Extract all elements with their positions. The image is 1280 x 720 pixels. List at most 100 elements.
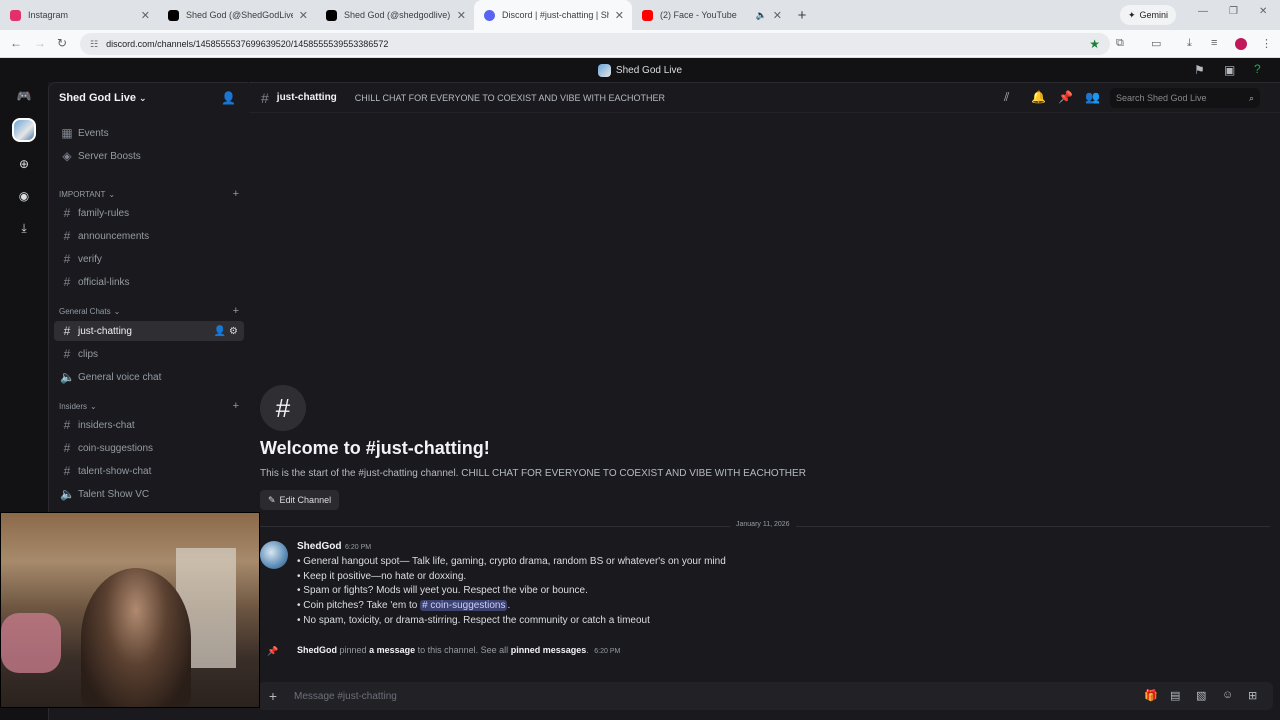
flag-icon[interactable]: ⚑	[1194, 63, 1205, 77]
message-input[interactable]: Message #just-chatting	[294, 691, 397, 702]
channel-settings-icons[interactable]: 👤 ⚙	[214, 326, 238, 337]
message-author[interactable]: ShedGod	[297, 541, 341, 552]
channel-clips[interactable]: # clips	[54, 344, 244, 364]
new-tab-icon[interactable]: +	[790, 7, 814, 24]
tab-title: Shed God (@ShedGodLive) / X	[186, 10, 293, 20]
discover-icon[interactable]: ◉	[12, 184, 36, 208]
message-line: • General hangout spot— Talk life, gamin…	[297, 556, 726, 567]
pinned-message-link[interactable]: a message	[369, 645, 415, 655]
member-list-icon[interactable]: 👥	[1085, 90, 1100, 104]
add-channel-icon[interactable]: +	[233, 188, 239, 200]
sidebar-events[interactable]: ▦ Events	[54, 123, 244, 143]
url-field[interactable]: ☷ discord.com/channels/14585555376996395…	[80, 33, 1110, 55]
threads-icon[interactable]: ⫽	[1004, 90, 1009, 105]
category-general[interactable]: General Chats ⌄ +	[59, 304, 239, 318]
close-icon[interactable]: ✕	[299, 9, 308, 22]
download-apps-icon[interactable]: ⤓	[12, 216, 36, 240]
tab-tiktok[interactable]: Shed God (@shedgodlive) | Tik ✕	[316, 0, 474, 30]
site-info-icon[interactable]: ☷	[90, 39, 98, 50]
extensions-icon[interactable]: ⧉	[1116, 37, 1124, 50]
bookmark-star-icon[interactable]: ★	[1089, 37, 1100, 51]
tab-discord[interactable]: Discord | #just-chatting | Shed ✕	[474, 0, 632, 30]
gemini-label: Gemini	[1139, 10, 1169, 20]
date-label: January 11, 2026	[730, 521, 796, 528]
back-icon[interactable]: ←	[10, 36, 22, 50]
maximize-icon[interactable]: ❐	[1229, 6, 1238, 17]
hash-icon: #	[63, 464, 71, 478]
category-insiders[interactable]: Insiders ⌄ +	[59, 399, 239, 413]
channel-verify[interactable]: # verify	[54, 249, 244, 269]
speaker-icon: 🔈	[60, 370, 75, 384]
apps-icon[interactable]: ⊞	[1248, 689, 1257, 702]
search-input[interactable]: Search Shed God Live ⌕	[1110, 88, 1260, 108]
hash-icon: #	[63, 347, 71, 361]
media-icon[interactable]: ≡	[1211, 37, 1217, 49]
close-icon[interactable]: ✕	[457, 9, 466, 22]
channel-official-links[interactable]: # official-links	[54, 272, 244, 292]
tab-instagram[interactable]: Instagram ✕	[0, 0, 158, 30]
kebab-menu-icon[interactable]: ⋮	[1261, 37, 1272, 50]
emoji-icon[interactable]: ☺	[1222, 689, 1233, 701]
server-icon[interactable]	[12, 118, 36, 142]
close-icon[interactable]: ✕	[773, 9, 782, 22]
pin-timestamp: 6:20 PM	[594, 648, 621, 655]
forward-icon[interactable]: →	[34, 36, 46, 50]
message-composer[interactable]: + Message #just-chatting	[258, 682, 1273, 710]
channel-coin-suggestions[interactable]: # coin-suggestions	[54, 438, 244, 458]
channel-mention-link[interactable]: # coin-suggestions	[420, 600, 508, 611]
channel-just-chatting[interactable]: # just-chatting 👤 ⚙	[54, 321, 244, 341]
attach-plus-icon[interactable]: +	[258, 688, 288, 704]
channel-name: just-chatting	[276, 92, 337, 103]
boosts-label: Server Boosts	[78, 150, 141, 162]
channel-talent-show-vc[interactable]: 🔈 Talent Show VC	[54, 484, 244, 504]
invite-people-icon[interactable]: 👤	[221, 91, 236, 105]
sparkle-icon: ✦	[1128, 9, 1136, 20]
search-placeholder: Search Shed God Live	[1116, 93, 1207, 103]
pin-icon[interactable]: 📌	[1058, 90, 1073, 104]
channel-label: insiders-chat	[78, 419, 135, 431]
category-important[interactable]: IMPORTANT ⌄ +	[59, 187, 239, 201]
sticker-icon[interactable]: ▧	[1196, 689, 1206, 702]
close-window-icon[interactable]: ✕	[1259, 6, 1267, 17]
message-timestamp: 6:20 PM	[345, 544, 372, 551]
reload-icon[interactable]: ↻	[57, 36, 67, 50]
minimize-icon[interactable]: —	[1198, 6, 1208, 17]
pin-text: pinned	[339, 645, 367, 655]
channel-announcements[interactable]: # announcements	[54, 226, 244, 246]
inbox-icon[interactable]: ▣	[1224, 63, 1235, 77]
close-icon[interactable]: ✕	[615, 9, 624, 22]
pin-author[interactable]: ShedGod	[297, 645, 337, 655]
add-channel-icon[interactable]: +	[233, 400, 239, 412]
tab-x[interactable]: Shed God (@ShedGodLive) / X ✕	[158, 0, 316, 30]
sidebar-boosts[interactable]: ◈ Server Boosts	[54, 146, 244, 166]
channel-family-rules[interactable]: # family-rules	[54, 203, 244, 223]
download-icon[interactable]: ⤓	[1187, 37, 1192, 50]
avatar[interactable]	[260, 541, 288, 569]
discord-home-icon[interactable]: 🎮	[12, 84, 36, 108]
sidepanel-icon[interactable]: ▭	[1151, 37, 1161, 50]
add-channel-icon[interactable]: +	[233, 305, 239, 317]
server-header[interactable]: Shed God Live ⌄ 👤	[49, 83, 248, 113]
close-icon[interactable]: ✕	[141, 9, 150, 22]
bell-icon[interactable]: 🔔	[1031, 90, 1046, 104]
profile-avatar[interactable]	[1235, 38, 1247, 50]
gif-icon[interactable]: ▤	[1170, 689, 1180, 702]
gift-icon[interactable]: 🎁	[1144, 689, 1158, 702]
speaker-icon[interactable]: 🔈	[756, 10, 767, 21]
channel-label: just-chatting	[78, 325, 132, 337]
add-server-icon[interactable]: ⊕	[12, 152, 36, 176]
channel-insiders-chat[interactable]: # insiders-chat	[54, 415, 244, 435]
chevron-down-icon: ⌄	[113, 306, 121, 316]
pinned-messages-link[interactable]: pinned messages	[511, 645, 587, 655]
channel-talent-show-chat[interactable]: # talent-show-chat	[54, 461, 244, 481]
gemini-button[interactable]: ✦ Gemini	[1120, 5, 1177, 25]
help-icon[interactable]: ?	[1254, 62, 1261, 76]
channel-general-voice[interactable]: 🔈 General voice chat	[54, 367, 244, 387]
category-label: Insiders	[59, 401, 88, 411]
message-text: .	[507, 600, 511, 611]
channel-topic[interactable]: CHILL CHAT FOR EVERYONE TO COEXIST AND V…	[355, 93, 665, 103]
edit-channel-button[interactable]: ✎ Edit Channel	[260, 490, 340, 510]
tab-title: Shed God (@shedgodlive) | Tik	[344, 10, 451, 20]
tab-youtube[interactable]: (2) Face - YouTube 🔈 ✕	[632, 0, 790, 30]
channel-label: family-rules	[78, 207, 130, 219]
